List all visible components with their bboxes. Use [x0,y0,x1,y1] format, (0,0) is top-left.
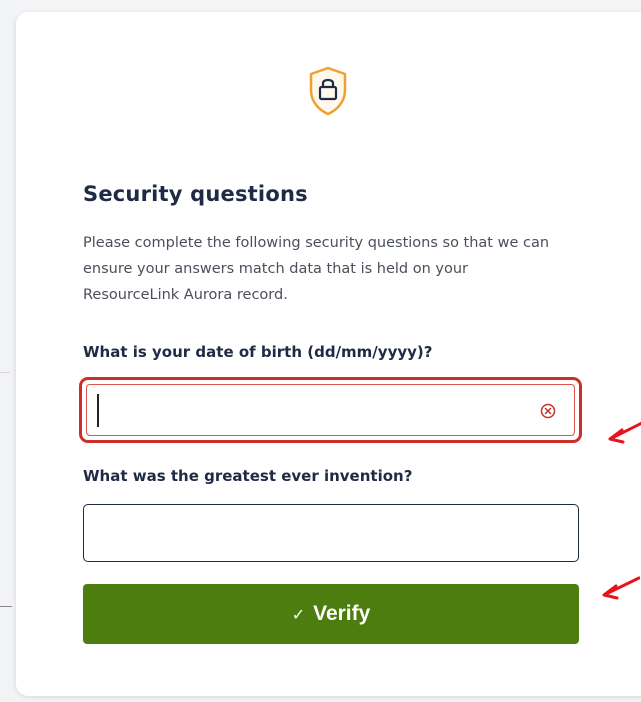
check-icon: ✓ [291,607,306,624]
invention-question-label: What was the greatest ever invention? [83,467,413,485]
dob-input[interactable] [86,384,575,436]
background-divider-2 [0,606,12,607]
dob-field-focus-ring [79,377,582,443]
background-divider [0,372,10,633]
verify-button[interactable]: ✓ Verify [83,584,579,644]
clear-circle-x-icon[interactable] [540,403,556,419]
invention-input[interactable] [83,504,579,562]
page-background: Security questions Please complete the f… [0,0,641,702]
page-title: Security questions [83,182,308,206]
shield-lock-icon [309,66,347,116]
verify-button-label: Verify [313,602,371,625]
text-caret [97,394,99,427]
annotation-arrow-icon [602,576,640,600]
dob-question-label: What is your date of birth (dd/mm/yyyy)? [83,343,433,361]
page-description: Please complete the following security q… [83,235,550,303]
annotation-arrow-icon [608,421,641,444]
